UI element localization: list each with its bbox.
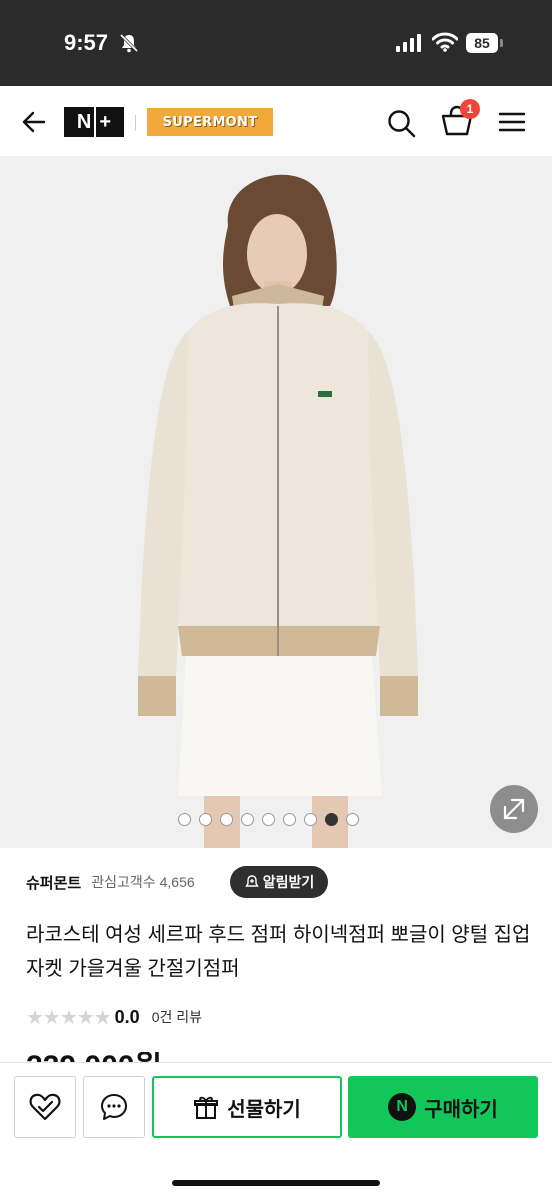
gallery-pagination — [178, 813, 359, 829]
back-arrow-icon[interactable] — [20, 108, 48, 136]
gallery-dot[interactable] — [241, 813, 254, 826]
store-info-row: 슈퍼몬트 관심고객수 4,656 — [26, 866, 195, 898]
store-brand-logo[interactable]: SUPERMONT — [147, 108, 273, 136]
gallery-dot[interactable] — [346, 813, 359, 826]
naver-pay-n-icon: N — [388, 1093, 417, 1121]
hamburger-menu-icon[interactable] — [498, 108, 526, 136]
product-title: 라코스테 여성 세르파 후드 점퍼 하이넥점퍼 뽀글이 양털 집업 자켓 가을겨… — [26, 924, 531, 980]
notification-subscribe-button[interactable]: 알림받기 — [230, 866, 328, 898]
heart-check-icon — [29, 1093, 61, 1121]
top-navbar: N + SUPERMONT — [0, 86, 552, 156]
gift-button-label: 선물하기 — [227, 1098, 301, 1121]
gift-button[interactable]: 선물하기 — [152, 1076, 342, 1138]
nplus-store-logo[interactable]: N + — [64, 107, 124, 137]
battery-tip — [500, 39, 503, 47]
search-icon[interactable] — [386, 108, 416, 138]
fan-count-value: 4,656 — [159, 874, 195, 890]
notification-subscribe-label: 알림받기 — [262, 874, 315, 890]
gift-box-icon — [194, 1096, 219, 1119]
wifi-icon — [432, 32, 458, 52]
nplus-logo-n: N — [76, 110, 92, 133]
fan-count-label: 관심고객수 — [91, 874, 156, 890]
nplus-logo-plus: + — [99, 110, 112, 133]
gallery-dot[interactable] — [283, 813, 296, 826]
gallery-dot[interactable] — [325, 813, 338, 826]
gallery-dot[interactable] — [304, 813, 317, 826]
buy-button-label: 구매하기 — [424, 1098, 498, 1121]
review-count-link[interactable]: 0건 리뷰 — [152, 1007, 202, 1027]
product-photo — [0, 156, 552, 848]
gallery-dot[interactable] — [199, 813, 212, 826]
home-indicator[interactable] — [172, 1180, 380, 1186]
bell-plus-icon — [244, 875, 259, 887]
expand-image-button[interactable] — [490, 785, 538, 833]
logo-divider — [135, 115, 136, 131]
buy-button[interactable]: N 구매하기 — [348, 1076, 538, 1138]
rating-value: 0.0 — [114, 1006, 140, 1027]
chat-bubble-icon — [101, 1094, 127, 1120]
nplus-logo-divider — [94, 107, 96, 137]
product-image-gallery[interactable] — [0, 156, 552, 848]
expand-arrows-icon — [503, 798, 525, 820]
cart-count-badge: 1 — [460, 99, 480, 119]
store-name[interactable]: 슈퍼몬트 — [26, 872, 81, 893]
talk-talk-button[interactable] — [83, 1076, 145, 1138]
wishlist-button[interactable] — [14, 1076, 76, 1138]
rating-stars-icon: ★★★★★ — [26, 1005, 112, 1029]
silent-bell-icon — [119, 33, 139, 53]
rating-row: ★★★★★ 0.0 0건 리뷰 — [26, 1004, 202, 1030]
status-bar: 9:57 85 — [0, 0, 552, 86]
gallery-dot[interactable] — [220, 813, 233, 826]
gallery-dot[interactable] — [262, 813, 275, 826]
status-time: 9:57 — [64, 30, 109, 55]
gallery-dot[interactable] — [178, 813, 191, 826]
battery-indicator: 85 — [466, 33, 498, 53]
cellular-signal-icon — [396, 34, 421, 52]
